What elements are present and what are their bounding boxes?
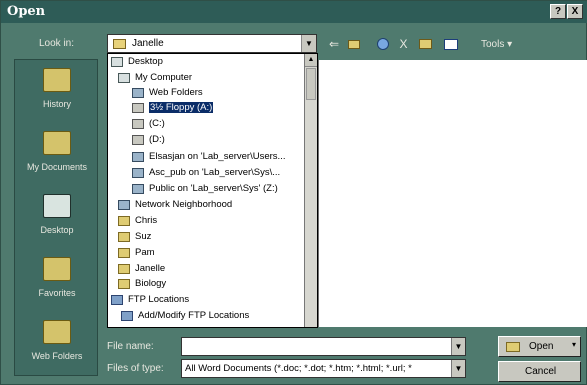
tools-menu[interactable]: Tools ▾: [481, 39, 512, 50]
tree-item-desktop[interactable]: Desktop: [111, 55, 289, 70]
tree-item-asc-pub[interactable]: Asc_pub on 'Lab_server\Sys\...: [132, 166, 310, 181]
my-documents-icon: [43, 131, 71, 155]
network-drive-icon: [132, 152, 144, 162]
tree-item-floppy[interactable]: 3½ Floppy (A:): [132, 101, 310, 116]
web-folders-icon: [132, 88, 144, 98]
close-button[interactable]: X: [567, 4, 583, 19]
floppy-icon: [132, 103, 144, 113]
file-name-field[interactable]: ▼: [181, 337, 466, 356]
tree-item-network-neighborhood[interactable]: Network Neighborhood: [118, 198, 296, 213]
folder-icon: [118, 279, 130, 289]
file-list-area[interactable]: [318, 60, 587, 327]
tree-item-web-folders[interactable]: Web Folders: [132, 86, 310, 101]
files-of-type-value: All Word Documents (*.doc; *.dot; *.htm;…: [185, 363, 412, 374]
place-label: Favorites: [38, 288, 76, 298]
tree-item-suz[interactable]: Suz: [118, 230, 296, 245]
desktop-icon: [43, 194, 71, 218]
drive-icon: [132, 119, 144, 129]
toolbar: ⇐ X Tools ▾: [327, 36, 527, 54]
folder-icon: [118, 264, 130, 274]
tree-item-biology[interactable]: Biology: [118, 277, 296, 292]
my-computer-icon: [118, 73, 130, 83]
open-button[interactable]: Open ▾: [498, 336, 581, 357]
chevron-down-icon[interactable]: ▼: [451, 338, 465, 355]
place-my-documents[interactable]: My Documents: [15, 123, 99, 183]
tree-item-add-modify-ftp[interactable]: Add/Modify FTP Locations: [121, 309, 299, 324]
views-icon[interactable]: [439, 36, 463, 53]
place-label: My Documents: [26, 162, 88, 172]
files-of-type-select[interactable]: All Word Documents (*.doc; *.dot; *.htm;…: [181, 359, 466, 378]
tree-item-elsasjan[interactable]: Elsasjan on 'Lab_server\Users...: [132, 150, 310, 165]
look-in-value: Janelle: [132, 38, 164, 49]
tree-item-c-drive[interactable]: (C:): [132, 117, 310, 132]
place-favorites[interactable]: Favorites: [15, 249, 99, 309]
search-web-icon[interactable]: [374, 36, 391, 53]
chevron-down-icon[interactable]: ▼: [451, 360, 465, 377]
tree-item-d-drive[interactable]: (D:): [132, 133, 310, 148]
open-folder-icon: [506, 342, 520, 352]
drive-icon: [132, 135, 144, 145]
network-drive-icon: [132, 168, 144, 178]
chevron-down-icon[interactable]: ▾: [572, 340, 576, 349]
network-drive-icon: [132, 184, 144, 194]
web-folders-icon: [43, 320, 71, 344]
ftp-icon: [121, 311, 133, 321]
up-one-level-icon[interactable]: [345, 36, 362, 53]
place-web-folders[interactable]: Web Folders: [15, 312, 99, 372]
place-label: Web Folders: [31, 351, 83, 361]
folder-icon: [113, 39, 126, 49]
ftp-icon: [111, 295, 123, 305]
open-dialog: Open ? X Look in: Janelle ▼ ⇐ X Tools ▾ …: [0, 0, 587, 385]
dialog-title: Open: [7, 4, 46, 19]
tree-item-janelle[interactable]: Janelle: [118, 262, 296, 277]
place-desktop[interactable]: Desktop: [15, 186, 99, 246]
look-in-combo[interactable]: Janelle ▼: [107, 34, 317, 53]
tree-item-my-computer[interactable]: My Computer: [118, 71, 296, 86]
place-label: History: [42, 99, 71, 109]
places-bar: History My Documents Desktop Favorites W…: [14, 59, 98, 376]
cancel-button[interactable]: Cancel: [498, 361, 581, 382]
folder-icon: [118, 232, 130, 242]
tree-item-chris[interactable]: Chris: [118, 214, 296, 229]
folder-icon: [118, 248, 130, 258]
back-icon[interactable]: ⇐: [327, 36, 341, 53]
cancel-button-label: Cancel: [525, 366, 557, 377]
place-history[interactable]: History: [15, 60, 99, 120]
create-new-folder-icon[interactable]: [417, 36, 434, 53]
tree-item-public[interactable]: Public on 'Lab_server\Sys' (Z:): [132, 182, 310, 197]
look-in-label: Look in:: [39, 38, 75, 49]
scroll-up-icon[interactable]: ▲: [305, 54, 317, 67]
files-of-type-label: Files of type:: [107, 363, 164, 374]
open-button-label: Open: [529, 341, 554, 352]
favorites-icon: [43, 257, 71, 281]
network-icon: [118, 200, 130, 210]
help-button[interactable]: ?: [550, 4, 566, 19]
delete-icon[interactable]: X: [395, 36, 412, 53]
place-label: Desktop: [40, 225, 74, 235]
scroll-thumb[interactable]: [306, 68, 316, 100]
desktop-icon: [111, 57, 123, 67]
folder-icon: [118, 216, 130, 226]
dropdown-scrollbar[interactable]: ▲: [304, 54, 317, 327]
file-name-label: File name:: [107, 341, 154, 352]
tree-item-ftp-locations[interactable]: FTP Locations: [111, 293, 289, 308]
title-bar: Open ? X: [1, 1, 587, 23]
history-icon: [43, 68, 71, 92]
tree-item-pam[interactable]: Pam: [118, 246, 296, 261]
look-in-dropdown-list[interactable]: Desktop My Computer Web Folders 3½ Flopp…: [107, 53, 318, 328]
chevron-down-icon[interactable]: ▼: [301, 35, 316, 52]
